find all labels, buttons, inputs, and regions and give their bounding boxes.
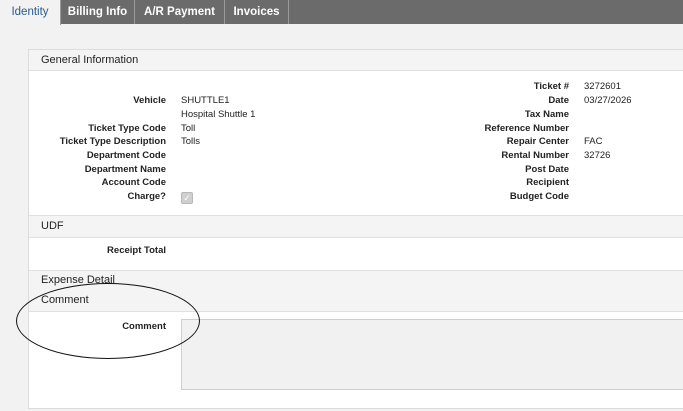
- udf-header: UDF: [29, 215, 683, 238]
- ticket-type-description-label: Ticket Type Description: [59, 136, 166, 147]
- ticket-type-description-value: Tolls: [181, 136, 201, 147]
- tab-ar-payment[interactable]: A/R Payment: [135, 0, 225, 24]
- tax-name-label: Tax Name: [524, 109, 569, 120]
- ticket-number-value: 3272601: [584, 81, 621, 92]
- post-date-label: Post Date: [525, 164, 569, 175]
- receipt-total-label: Receipt Total: [107, 245, 166, 256]
- department-code-label: Department Code: [86, 150, 166, 161]
- rental-number-label: Rental Number: [501, 150, 569, 161]
- udf-title: UDF: [41, 220, 64, 232]
- date-label: Date: [548, 95, 569, 106]
- budget-code-label: Budget Code: [509, 191, 569, 202]
- expense-detail-title: Expense Detail: [41, 274, 115, 286]
- vehicle-label: Vehicle: [133, 95, 166, 106]
- recipient-label: Recipient: [526, 177, 569, 188]
- ticket-type-code-value: Toll: [181, 123, 196, 134]
- tab-identity[interactable]: Identity: [0, 0, 61, 25]
- reference-number-label: Reference Number: [484, 123, 569, 134]
- comment-label: Comment: [122, 321, 166, 332]
- comment-title: Comment: [41, 294, 89, 306]
- department-name-label: Department Name: [84, 164, 166, 175]
- repair-center-label: Repair Center: [506, 136, 569, 147]
- charge-checkbox[interactable]: ✓: [181, 192, 193, 204]
- vehicle-description: Hospital Shuttle 1: [181, 109, 256, 120]
- repair-center-value: FAC: [584, 136, 603, 147]
- general-information-header: General Information: [29, 50, 683, 71]
- tab-bar: Identity Billing Info A/R Payment Invoic…: [0, 0, 683, 25]
- charge-label: Charge?: [127, 191, 166, 202]
- general-information-title: General Information: [41, 54, 139, 66]
- expense-comment-header: Expense Detail Comment: [29, 270, 683, 312]
- ticket-form-card: General Information Vehicle SHUTTLE1 Hos…: [28, 49, 683, 409]
- tab-invoices[interactable]: Invoices: [225, 0, 289, 24]
- account-code-label: Account Code: [101, 177, 166, 188]
- rental-number-value: 32726: [584, 150, 611, 161]
- vehicle-value: SHUTTLE1: [181, 95, 230, 106]
- date-value: 03/27/2026: [584, 95, 632, 106]
- ticket-type-code-label: Ticket Type Code: [88, 123, 166, 134]
- comment-textarea[interactable]: [181, 319, 683, 390]
- tab-billing-info[interactable]: Billing Info: [61, 0, 135, 24]
- ticket-number-label: Ticket #: [533, 81, 569, 92]
